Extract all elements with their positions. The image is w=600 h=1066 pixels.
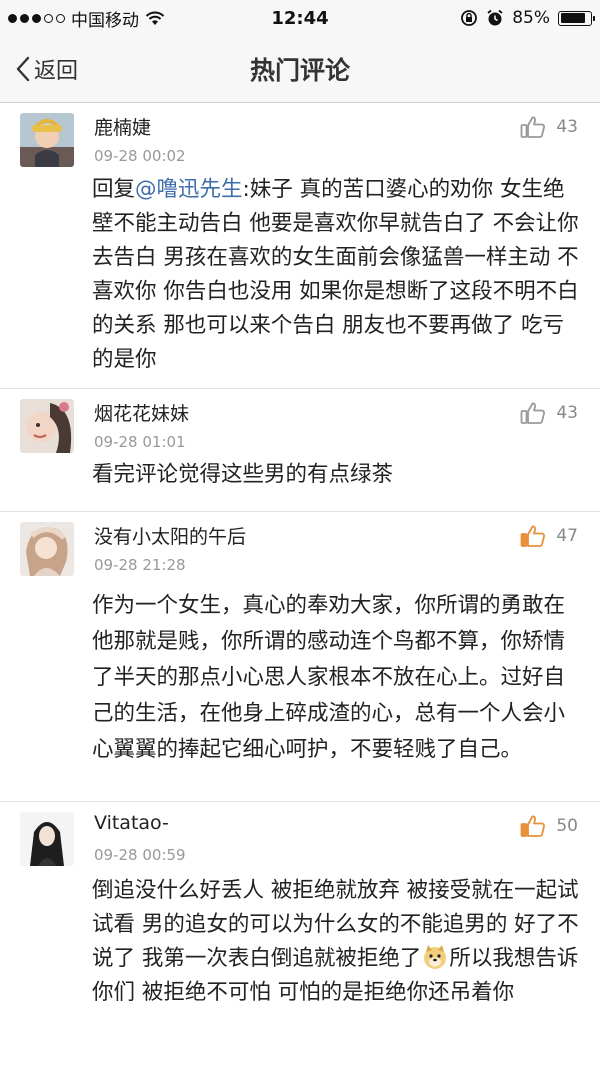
author-name[interactable]: Vitatao- bbox=[94, 812, 169, 834]
back-button[interactable]: 返回 bbox=[16, 36, 78, 102]
page-title: 热门评论 bbox=[249, 56, 350, 85]
avatar[interactable] bbox=[20, 399, 74, 453]
author-name[interactable]: 鹿楠婕 bbox=[94, 113, 151, 140]
author-name[interactable]: 烟花花妹妹 bbox=[94, 399, 189, 426]
like-button[interactable]: 43 bbox=[520, 115, 578, 139]
avatar[interactable] bbox=[20, 522, 74, 576]
comment-text: :妹子 真的苦口婆心的劝你 女生绝壁不能主动告白 他要是喜欢你早就告白了 不会让… bbox=[92, 177, 579, 372]
like-button[interactable]: 50 bbox=[520, 814, 578, 838]
thumbs-up-icon bbox=[520, 815, 546, 837]
back-label: 返回 bbox=[34, 59, 79, 84]
author-name[interactable]: 没有小太阳的午后 bbox=[94, 522, 246, 549]
thumbs-up-icon bbox=[520, 116, 546, 138]
battery-percent: 85% bbox=[512, 8, 550, 28]
comment-item: Vitatao- 09-28 00:59 50 倒追没什么好丢人 被拒绝就放弃 … bbox=[0, 802, 600, 1066]
status-bar: 中国移动 12:44 85% bbox=[0, 0, 600, 36]
battery-icon bbox=[558, 10, 595, 26]
avatar[interactable] bbox=[20, 812, 74, 866]
comment-time: 09-28 01:01 bbox=[94, 433, 186, 451]
like-count: 47 bbox=[556, 526, 578, 546]
avatar[interactable] bbox=[20, 113, 74, 167]
comment-list: 鹿楠婕 09-28 00:02 43 回复@噜迅先生:妹子 真的苦口婆心的劝你 … bbox=[0, 103, 600, 1066]
navigation-bar: 返回 热门评论 bbox=[0, 36, 600, 103]
like-count: 50 bbox=[556, 816, 578, 836]
chevron-left-icon bbox=[16, 56, 30, 82]
reply-prefix: 回复 bbox=[92, 177, 136, 202]
comment-body: 倒追没什么好丢人 被拒绝就放弃 被接受就在一起试试看 男的追女的可以为什么女的不… bbox=[92, 874, 580, 1010]
status-right: 85% bbox=[460, 0, 595, 36]
comment-time: 09-28 21:28 bbox=[94, 556, 186, 574]
comment-item: 鹿楠婕 09-28 00:02 43 回复@噜迅先生:妹子 真的苦口婆心的劝你 … bbox=[0, 103, 600, 389]
comment-body: 作为一个女生，真心的奉劝大家，你所谓的勇敢在他那就是贱，你所谓的感动连个鸟都不算… bbox=[92, 593, 566, 762]
like-button[interactable]: 43 bbox=[520, 401, 578, 425]
rotation-lock-icon bbox=[461, 10, 478, 26]
comment-body: 回复@噜迅先生:妹子 真的苦口婆心的劝你 女生绝壁不能主动告白 他要是喜欢你早就… bbox=[92, 173, 580, 377]
like-count: 43 bbox=[556, 403, 578, 423]
comment-item: 没有小太阳的午后 09-28 21:28 47 作为一个女生，真心的奉劝大家，你… bbox=[0, 512, 600, 802]
like-count: 43 bbox=[556, 117, 578, 137]
thumbs-up-icon bbox=[520, 402, 546, 424]
comment-time: 09-28 00:02 bbox=[94, 147, 186, 165]
doge-emoji-icon bbox=[424, 945, 447, 969]
mention-link[interactable]: @噜迅先生 bbox=[135, 177, 243, 202]
comment-body: 看完评论觉得这些男的有点绿茶 bbox=[92, 462, 394, 487]
comment-item: 烟花花妹妹 09-28 01:01 43 看完评论觉得这些男的有点绿茶 bbox=[0, 389, 600, 512]
thumbs-up-icon bbox=[520, 525, 546, 547]
comment-time: 09-28 00:59 bbox=[94, 846, 186, 864]
alarm-icon bbox=[487, 9, 503, 26]
like-button[interactable]: 47 bbox=[520, 524, 578, 548]
